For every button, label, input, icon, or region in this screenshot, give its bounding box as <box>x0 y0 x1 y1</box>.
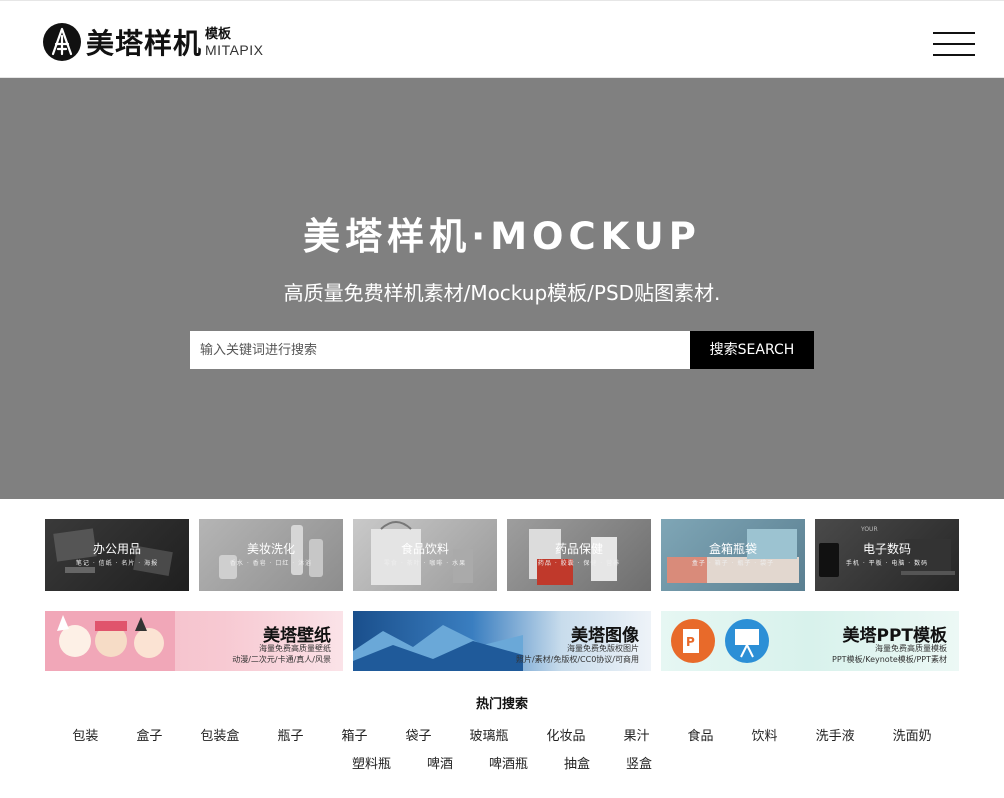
hot-search-tag[interactable]: 食品 <box>688 725 714 744</box>
hot-search-tag[interactable]: 瓶子 <box>277 725 303 744</box>
banner-images[interactable]: 美塔图像 海量免费免版权图片 照片/素材/免版权/CC0协议/可商用 <box>353 611 651 671</box>
category-tile-food[interactable]: 食品饮料 零食 · 茶叶 · 咖啡 · 水果 <box>353 519 497 591</box>
hot-search-tag[interactable]: 洗手液 <box>816 725 855 744</box>
logo-english: MITAPIX <box>205 41 264 58</box>
banner-line1: 海量免费免版权图片 <box>567 644 639 653</box>
svg-text:P: P <box>686 635 695 649</box>
hot-search-title: 热门搜索 <box>475 697 528 712</box>
ppt-artwork: P <box>671 619 769 663</box>
hot-search-tag[interactable]: 饮料 <box>752 725 778 744</box>
site-header: 美塔样机 模板 MITAPIX <box>0 0 1004 78</box>
hero-subtitle: 高质量免费样机素材/Mockup模板/PSD贴图素材. <box>283 281 721 305</box>
category-title: 药品保健 <box>554 542 603 556</box>
category-tile-digital[interactable]: YOUR 电子数码 手机 · 平板 · 电脑 · 数码 <box>815 519 959 591</box>
banner-line1: 海量免费高质量壁纸 <box>259 644 331 653</box>
hot-search-tag[interactable]: 竖盒 <box>626 753 652 772</box>
category-title: 食品饮料 <box>400 542 449 556</box>
category-tile-packaging[interactable]: 盒箱瓶袋 盒子 · 箱子 · 瓶子 · 袋子 <box>661 519 805 591</box>
hero-title: 美塔样机·MOCKUP <box>303 215 701 258</box>
category-subtitle: 香水 · 香皂 · 口红 · 沐浴 <box>229 560 313 567</box>
hot-search-tag[interactable]: 包装盒 <box>200 725 239 744</box>
banner-line1: 海量免费高质量模板 <box>875 644 947 653</box>
hot-search-row-1: 包装 盒子 包装盒 瓶子 箱子 袋子 玻璃瓶 化妆品 果汁 食品 饮料 洗手液 … <box>0 725 1004 744</box>
search-button[interactable]: 搜索SEARCH <box>690 331 814 369</box>
search-input[interactable] <box>190 331 690 369</box>
hot-search-tag[interactable]: 抽盒 <box>564 753 590 772</box>
hot-search-tag[interactable]: 包装 <box>72 725 98 744</box>
category-subtitle: 手机 · 平板 · 电脑 · 数码 <box>845 560 929 567</box>
category-subtitle: 盒子 · 箱子 · 瓶子 · 袋子 <box>691 560 775 567</box>
hot-search-tag[interactable]: 塑料瓶 <box>352 753 391 772</box>
category-title: 办公用品 <box>92 542 141 556</box>
hot-search-row-2: 塑料瓶 啤酒 啤酒瓶 抽盒 竖盒 <box>0 753 1004 772</box>
hot-search-tag[interactable]: 啤酒瓶 <box>489 753 528 772</box>
hot-search-tag[interactable]: 洗面奶 <box>893 725 932 744</box>
banner-line2: 动漫/二次元/卡通/真人/风景 <box>232 655 331 664</box>
hot-search-tag[interactable]: 袋子 <box>405 725 431 744</box>
site-logo[interactable]: 美塔样机 模板 MITAPIX <box>42 21 263 63</box>
category-subtitle: 零食 · 茶叶 · 咖啡 · 水果 <box>383 560 467 567</box>
hero-section: 美塔样机·MOCKUP 高质量免费样机素材/Mockup模板/PSD贴图素材. … <box>0 78 1004 499</box>
svg-text:YOUR: YOUR <box>860 526 878 533</box>
hamburger-menu-icon[interactable] <box>933 32 975 56</box>
category-title: 美妆洗化 <box>246 542 295 556</box>
banner-wallpaper[interactable]: 美塔壁纸 海量免费高质量壁纸 动漫/二次元/卡通/真人/风景 <box>45 611 343 671</box>
logo-subtext: 模板 <box>205 26 232 42</box>
category-tile-cosmetics[interactable]: 美妆洗化 香水 · 香皂 · 口红 · 沐浴 <box>199 519 343 591</box>
logo-text: 美塔样机 <box>86 27 203 60</box>
wallpaper-artwork <box>45 611 175 671</box>
banner-line2: 照片/素材/免版权/CC0协议/可商用 <box>515 655 639 664</box>
logo-icon <box>43 23 81 61</box>
category-tile-health[interactable]: 药品保健 药品 · 胶囊 · 保健 · 营养 <box>507 519 651 591</box>
banner-line2: PPT模板/Keynote模板/PPT素材 <box>832 655 947 664</box>
category-tile-office[interactable]: 办公用品 笔记 · 信纸 · 名片 · 海报 <box>45 519 189 591</box>
category-title: 盒箱瓶袋 <box>708 542 757 556</box>
category-title: 电子数码 <box>862 542 911 556</box>
hot-search-tag[interactable]: 啤酒 <box>427 753 453 772</box>
category-subtitle: 药品 · 胶囊 · 保健 · 营养 <box>537 560 621 567</box>
category-subtitle: 笔记 · 信纸 · 名片 · 海报 <box>75 560 159 567</box>
hot-search-tag[interactable]: 玻璃瓶 <box>469 725 508 744</box>
hot-search-tag[interactable]: 箱子 <box>341 725 367 744</box>
hot-search-tag[interactable]: 化妆品 <box>547 725 586 744</box>
hot-search-tag[interactable]: 果汁 <box>624 725 650 744</box>
banner-ppt[interactable]: P 美塔PPT模板 海量免费高质量模板 PPT模板/Keynote模板/PPT素… <box>661 611 959 671</box>
images-artwork <box>353 625 523 671</box>
hot-search-tag[interactable]: 盒子 <box>136 725 162 744</box>
